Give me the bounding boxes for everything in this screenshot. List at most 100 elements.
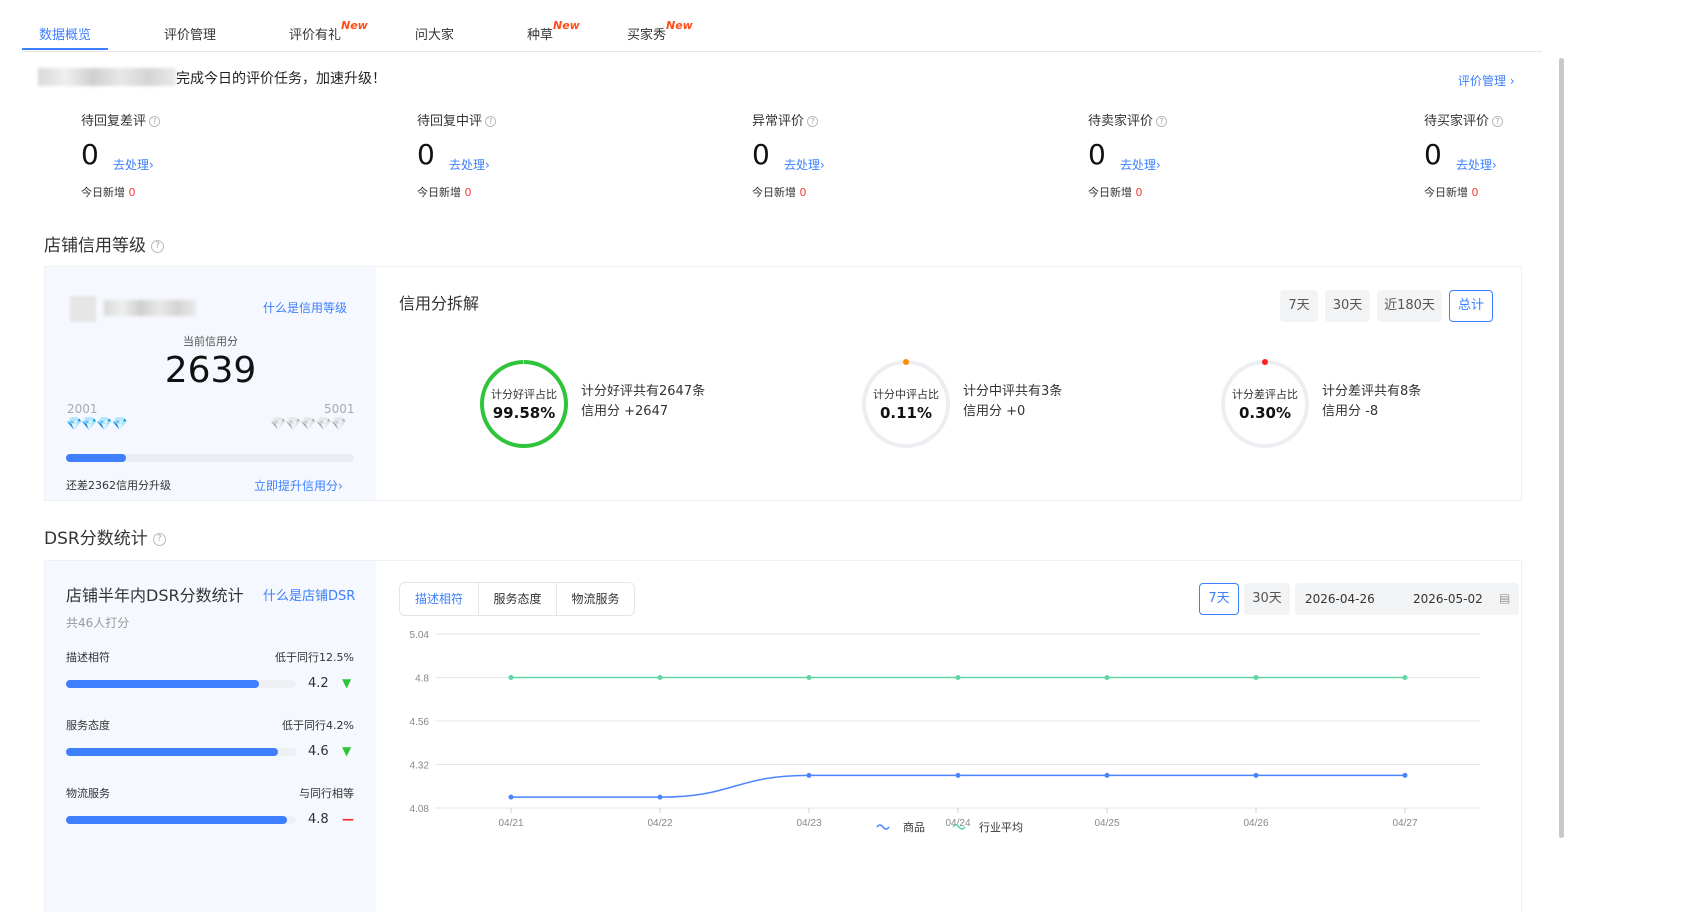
dsr-item-score: 4.2 — [308, 676, 329, 691]
stat-sub-label: 今日新增 — [752, 186, 796, 199]
tab-label: 评价有礼 — [289, 28, 342, 43]
stat-sub-value: 0 — [1471, 186, 1479, 199]
stat-block-pending-neutral: 待回复中评? 0 去处理› 今日新增 0 — [417, 110, 587, 200]
dsr-bar-fill — [66, 748, 278, 756]
stat-sub-label: 今日新增 — [417, 186, 461, 199]
stat-action-link[interactable]: 去处理› — [113, 156, 154, 173]
ring-desc-score: 信用分 +2647 — [581, 404, 669, 419]
data-point — [1253, 675, 1259, 680]
data-point — [806, 675, 812, 680]
ring-marker — [903, 359, 909, 365]
data-point — [657, 675, 663, 680]
x-tick-label: 04/24 — [945, 818, 970, 829]
ring-label: 计分好评占比 — [491, 388, 557, 401]
dsr-range-30d-button[interactable]: 30天 — [1244, 583, 1290, 615]
help-icon[interactable]: ? — [807, 116, 819, 127]
dsr-item-score: 4.8 — [308, 812, 329, 827]
help-icon[interactable]: ? — [152, 532, 166, 546]
help-icon[interactable]: ? — [151, 239, 164, 253]
dsr-item-score: 4.6 — [308, 744, 329, 759]
tab-seeding[interactable]: 种草 New — [527, 19, 580, 43]
range-7d-button[interactable]: 7天 — [1280, 290, 1318, 322]
tab-review-management[interactable]: 评价管理 — [164, 24, 216, 43]
dsr-item-compare: 低于同行12.5% — [275, 651, 354, 664]
data-point — [508, 675, 514, 680]
range-total-button[interactable]: 总计 — [1449, 290, 1493, 322]
data-point — [1104, 772, 1110, 778]
dsr-tab-description[interactable]: 描述相符 — [399, 582, 479, 616]
dsr-item-compare: 与同行相等 — [299, 787, 354, 800]
credit-min: 2001 — [67, 402, 98, 416]
dsr-bar-fill — [66, 680, 260, 688]
date-start: 2026-04-26 — [1305, 592, 1375, 606]
top-tabs: 数据概览 评价管理 评价有礼 New 问大家 种草 New 买家秀 New — [22, 0, 1542, 52]
ring-label: 计分差评占比 — [1232, 388, 1298, 401]
improve-credit-link[interactable]: 立即提升信用分› — [254, 477, 343, 494]
dsr-item-compare: 低于同行4.2% — [282, 719, 354, 732]
what-is-credit-link[interactable]: 什么是信用等级 — [263, 299, 347, 316]
help-icon[interactable]: ? — [1492, 116, 1504, 127]
dsr-tab-logistics[interactable]: 物流服务 — [556, 582, 635, 616]
credit-max: 5001 — [324, 402, 355, 416]
tab-label: 买家秀 — [627, 28, 667, 43]
dsr-range-7d-button[interactable]: 7天 — [1199, 583, 1239, 615]
range-30d-button[interactable]: 30天 — [1325, 290, 1370, 322]
tab-data-overview[interactable]: 数据概览 — [39, 24, 91, 43]
diamond-level-icons: 💎💎💎💎 — [66, 417, 128, 432]
ring-marker — [1262, 359, 1268, 365]
series-line — [511, 774, 1405, 798]
stat-sub-label: 今日新增 — [1424, 186, 1468, 199]
legend-label: 行业平均 — [979, 821, 1023, 834]
x-tick-label: 04/27 — [1392, 818, 1417, 829]
next-diamond-level-icons: 💎💎💎💎💎 — [270, 417, 347, 432]
legend-icon — [876, 824, 890, 830]
x-tick-label: 04/22 — [647, 818, 672, 829]
breakdown-title: 信用分拆解 — [399, 294, 480, 313]
credit-progress-fill — [66, 454, 127, 462]
stat-block-pending-seller: 待卖家评价? 0 去处理› 今日新增 0 — [1088, 110, 1258, 200]
help-icon[interactable]: ? — [1156, 116, 1168, 127]
new-badge: New — [341, 19, 368, 32]
what-is-dsr-link[interactable]: 什么是店铺DSR — [263, 585, 355, 604]
redacted-shop-name — [38, 68, 176, 86]
date-range-picker[interactable]: 2026-04-26 2026-05-02 ▤ — [1295, 583, 1519, 615]
help-icon[interactable]: ? — [149, 116, 161, 127]
y-tick-label: 4.08 — [410, 804, 430, 815]
shop-avatar — [70, 296, 96, 322]
stat-action-link[interactable]: 去处理› — [1120, 156, 1161, 173]
ring-value: 0.11% — [879, 404, 933, 422]
tab-buyer-show[interactable]: 买家秀 New — [627, 19, 693, 43]
x-tick-label: 04/21 — [498, 818, 523, 829]
tab-ask-everyone[interactable]: 问大家 — [415, 24, 454, 43]
ring-desc-score: 信用分 +0 — [963, 404, 1026, 419]
scrollbar-thumb[interactable] — [1559, 58, 1564, 838]
y-tick-label: 4.32 — [410, 761, 430, 772]
tab-review-rewards[interactable]: 评价有礼 New — [289, 19, 368, 43]
trend-down-icon: ▼ — [342, 744, 352, 758]
section-title-text: DSR分数统计 — [44, 529, 148, 549]
stat-title: 待卖家评价 — [1088, 114, 1154, 129]
stat-action-link[interactable]: 去处理› — [449, 156, 490, 173]
dsr-item-name: 物流服务 — [66, 787, 110, 800]
stat-action-link[interactable]: 去处理› — [784, 156, 825, 173]
tab-label: 种草 — [527, 28, 554, 43]
calendar-icon[interactable]: ▤ — [1499, 591, 1510, 605]
dsr-line-chart: 5.04 4.8 4.56 4.32 4.08 04/21 04/22 04/23 04/24 0… — [410, 630, 1480, 834]
data-point — [657, 794, 663, 800]
active-tab-indicator — [22, 48, 108, 50]
review-management-link[interactable]: 评价管理 › — [1458, 72, 1515, 89]
stat-action-link[interactable]: 去处理› — [1456, 156, 1497, 173]
x-tick-label: 04/23 — [796, 818, 821, 829]
stat-title: 待回复差评 — [81, 114, 147, 129]
stat-block-abnormal: 异常评价? 0 去处理› 今日新增 0 — [752, 110, 922, 200]
x-tick-label: 04/25 — [1094, 818, 1119, 829]
data-point — [1402, 675, 1408, 680]
dsr-raters: 共46人打分 — [66, 616, 130, 630]
y-tick-label: 5.04 — [410, 630, 430, 641]
current-credit-label: 当前信用分 — [183, 335, 238, 348]
stat-value: 0 — [1424, 138, 1442, 171]
range-180d-button[interactable]: 近180天 — [1377, 290, 1442, 322]
dsr-tab-service[interactable]: 服务态度 — [478, 582, 557, 616]
help-icon[interactable]: ? — [485, 116, 497, 127]
trend-down-icon: ▼ — [342, 676, 352, 690]
